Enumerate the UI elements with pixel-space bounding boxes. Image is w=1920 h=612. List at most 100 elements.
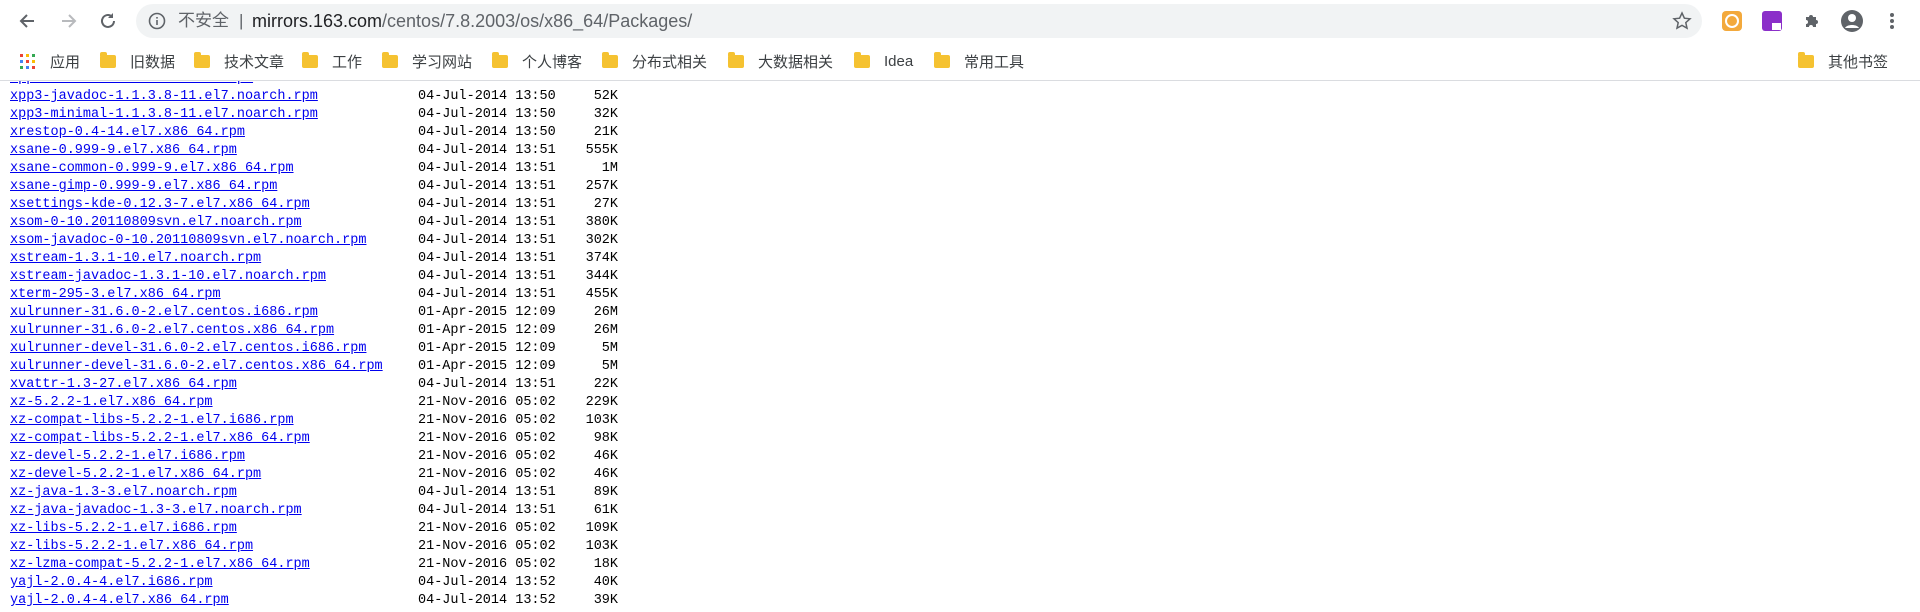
file-size: 455K	[585, 287, 618, 302]
back-arrow-icon	[19, 14, 34, 28]
table-row: xsom-javadoc-0-10.20110809svn.el7.noarch…	[0, 233, 700, 251]
back-button[interactable]	[14, 7, 42, 35]
file-link[interactable]: xz-java-javadoc-1.3-3.el7.noarch.rpm	[10, 503, 302, 518]
file-link[interactable]: xsane-0.999-9.el7.x86_64.rpm	[10, 143, 237, 158]
file-link[interactable]: xpp3-javadoc-1.1.3.8-11.el7.noarch.rpm	[10, 89, 318, 104]
file-date: 04-Jul-2014 13:51	[418, 233, 556, 248]
file-link[interactable]: xz-5.2.2-1.el7.x86_64.rpm	[10, 395, 213, 410]
file-date: 01-Apr-2015 12:09	[418, 341, 556, 356]
file-date: 04-Jul-2014 13:51	[418, 287, 556, 302]
bookmark-label: 技术文章	[224, 53, 285, 71]
file-link[interactable]: xz-devel-5.2.2-1.el7.i686.rpm	[10, 449, 245, 464]
file-size: 27K	[593, 197, 618, 212]
browser-toolbar: 不安全 | mirrors.163.com/centos/7.8.2003/os…	[0, 0, 1920, 42]
bookmark-label: Idea	[884, 52, 914, 70]
file-link[interactable]: xulrunner-31.6.0-2.el7.centos.x86_64.rpm	[10, 323, 334, 338]
file-link[interactable]: xz-lzma-compat-5.2.2-1.el7.x86_64.rpm	[10, 557, 310, 572]
bookmark-label: 大数据相关	[758, 53, 834, 71]
file-link[interactable]: yajl-2.0.4-4.el7.i686.rpm	[10, 575, 213, 590]
table-row: xz-devel-5.2.2-1.el7.i686.rpm 21-Nov-2016…	[0, 449, 700, 467]
table-row: xulrunner-31.6.0-2.el7.centos.i686.rpm 01…	[0, 305, 700, 323]
file-link[interactable]: xz-compat-libs-5.2.2-1.el7.i686.rpm	[10, 413, 294, 428]
file-size: 555K	[585, 143, 618, 158]
bookmark-folder[interactable]: 学习网站	[382, 51, 472, 71]
file-link[interactable]: xz-devel-5.2.2-1.el7.x86_64.rpm	[10, 467, 261, 482]
table-row: xrestop-0.4-14.el7.x86_64.rpm 04-Jul-2014…	[0, 125, 700, 143]
bookmark-folder[interactable]: 旧数据	[100, 51, 175, 71]
profile-avatar-icon[interactable]	[1840, 9, 1864, 33]
reload-icon	[101, 13, 115, 28]
file-size: 46K	[593, 467, 618, 482]
file-size: 257K	[585, 179, 618, 194]
file-link[interactable]: xterm-295-3.el7.x86_64.rpm	[10, 287, 221, 302]
file-link[interactable]: xsettings-kde-0.12.3-7.el7.x86_64.rpm	[10, 197, 310, 212]
table-row: xz-java-javadoc-1.3-3.el7.noarch.rpm 04-J…	[0, 503, 700, 521]
bookmark-label: 分布式相关	[632, 53, 708, 71]
table-row: xz-compat-libs-5.2.2-1.el7.i686.rpm 21-No…	[0, 413, 700, 431]
file-link[interactable]: xz-libs-5.2.2-1.el7.i686.rpm	[10, 521, 237, 536]
file-link[interactable]: xrestop-0.4-14.el7.x86_64.rpm	[10, 125, 245, 140]
file-size: 103K	[585, 539, 618, 554]
file-link[interactable]: xstream-javadoc-1.3.1-10.el7.noarch.rpm	[10, 269, 326, 284]
file-link[interactable]: xulrunner-devel-31.6.0-2.el7.centos.i686…	[10, 341, 366, 356]
url-text[interactable]: mirrors.163.com/centos/7.8.2003/os/x86_6…	[252, 12, 692, 30]
extensions-puzzle-icon[interactable]	[1800, 9, 1824, 33]
bookmark-folder[interactable]: 常用工具	[934, 51, 1024, 71]
file-link[interactable]: xulrunner-31.6.0-2.el7.centos.i686.rpm	[10, 305, 318, 320]
reload-button[interactable]	[94, 7, 122, 35]
file-link[interactable]: xulrunner-devel-31.6.0-2.el7.centos.x86_…	[10, 359, 383, 374]
file-link[interactable]: xz-java-1.3-3.el7.noarch.rpm	[10, 485, 237, 500]
bookmark-folder[interactable]: 大数据相关	[728, 51, 833, 71]
file-size: 39K	[593, 593, 618, 608]
file-date: 04-Jul-2014 13:50	[418, 89, 556, 104]
address-bar[interactable]: 不安全 | mirrors.163.com/centos/7.8.2003/os…	[136, 4, 1702, 38]
bookmark-folder[interactable]: Idea	[854, 51, 913, 71]
table-row: xstream-javadoc-1.3.1-10.el7.noarch.rpm 0…	[0, 269, 700, 287]
file-link[interactable]: yajl-2.0.4-4.el7.x86_64.rpm	[10, 593, 229, 608]
bookmark-folder[interactable]: 分布式相关	[602, 51, 707, 71]
menu-kebab-icon[interactable]	[1880, 9, 1904, 33]
bookmark-label: 个人博客	[522, 53, 583, 71]
extension-sunflower-icon[interactable]	[1720, 9, 1744, 33]
file-date: 21-Nov-2016 05:02	[418, 449, 556, 464]
file-link[interactable]: xstream-1.3.1-10.el7.noarch.rpm	[10, 251, 261, 266]
file-link[interactable]: xsane-common-0.999-9.el7.x86_64.rpm	[10, 161, 294, 176]
file-date: 01-Apr-2015 12:09	[418, 323, 556, 338]
security-status[interactable]: 不安全	[178, 12, 229, 30]
bookmark-folder[interactable]: 个人博客	[492, 51, 582, 71]
file-link[interactable]: xpp3-minimal-1.1.3.8-11.el7.noarch.rpm	[10, 107, 318, 122]
table-row: xpp3-javadoc-1.1.3.8-11.el7.noarch.rpm 04…	[0, 89, 700, 107]
file-link[interactable]: xsom-0-10.20110809svn.el7.noarch.rpm	[10, 215, 302, 230]
folder-icon	[1798, 51, 1814, 68]
file-date: 21-Nov-2016 05:02	[418, 557, 556, 572]
file-link[interactable]: xvattr-1.3-27.el7.x86_64.rpm	[10, 377, 237, 392]
file-link[interactable]: xz-libs-5.2.2-1.el7.x86_64.rpm	[10, 539, 253, 554]
directory-listing: xpp3-1.1.3.8-11.el7.noarch.rpm xpp3-java…	[0, 81, 1920, 612]
bookmark-label: 常用工具	[964, 53, 1025, 71]
info-icon[interactable]	[148, 12, 166, 30]
file-date: 04-Jul-2014 13:51	[418, 503, 556, 518]
table-row: xz-5.2.2-1.el7.x86_64.rpm 21-Nov-2016 05:…	[0, 395, 700, 413]
apps-grid-icon	[20, 53, 35, 69]
forward-button[interactable]	[54, 7, 82, 35]
file-size: 89K	[593, 485, 618, 500]
file-link[interactable]: xsane-gimp-0.999-9.el7.x86_64.rpm	[10, 179, 277, 194]
folder-icon	[194, 51, 210, 68]
bookmark-folder[interactable]: 工作	[302, 51, 362, 71]
bookmark-label: 其他书签	[1828, 53, 1889, 71]
file-link[interactable]: xpp3-1.1.3.8-11.el7.noarch.rpm	[10, 81, 253, 86]
table-row: xstream-1.3.1-10.el7.noarch.rpm 04-Jul-20…	[0, 251, 700, 269]
other-bookmarks[interactable]: 其他书签	[1798, 51, 1888, 71]
bookmark-star-icon[interactable]	[1672, 11, 1692, 31]
bookmark-label: 学习网站	[412, 53, 473, 71]
bookmark-folder[interactable]: 技术文章	[194, 51, 284, 71]
bookmark-apps[interactable]: 应用	[20, 51, 80, 71]
extension-rp-icon[interactable]	[1760, 9, 1784, 33]
file-size: 26M	[593, 323, 618, 338]
file-date: 04-Jul-2014 13:51	[418, 251, 556, 266]
file-size: 5M	[601, 359, 618, 374]
file-link[interactable]: xz-compat-libs-5.2.2-1.el7.x86_64.rpm	[10, 431, 310, 446]
file-link[interactable]: xsom-javadoc-0-10.20110809svn.el7.noarch…	[10, 233, 366, 248]
file-size: 26M	[593, 305, 618, 320]
table-row: xsettings-kde-0.12.3-7.el7.x86_64.rpm 04-…	[0, 197, 700, 215]
